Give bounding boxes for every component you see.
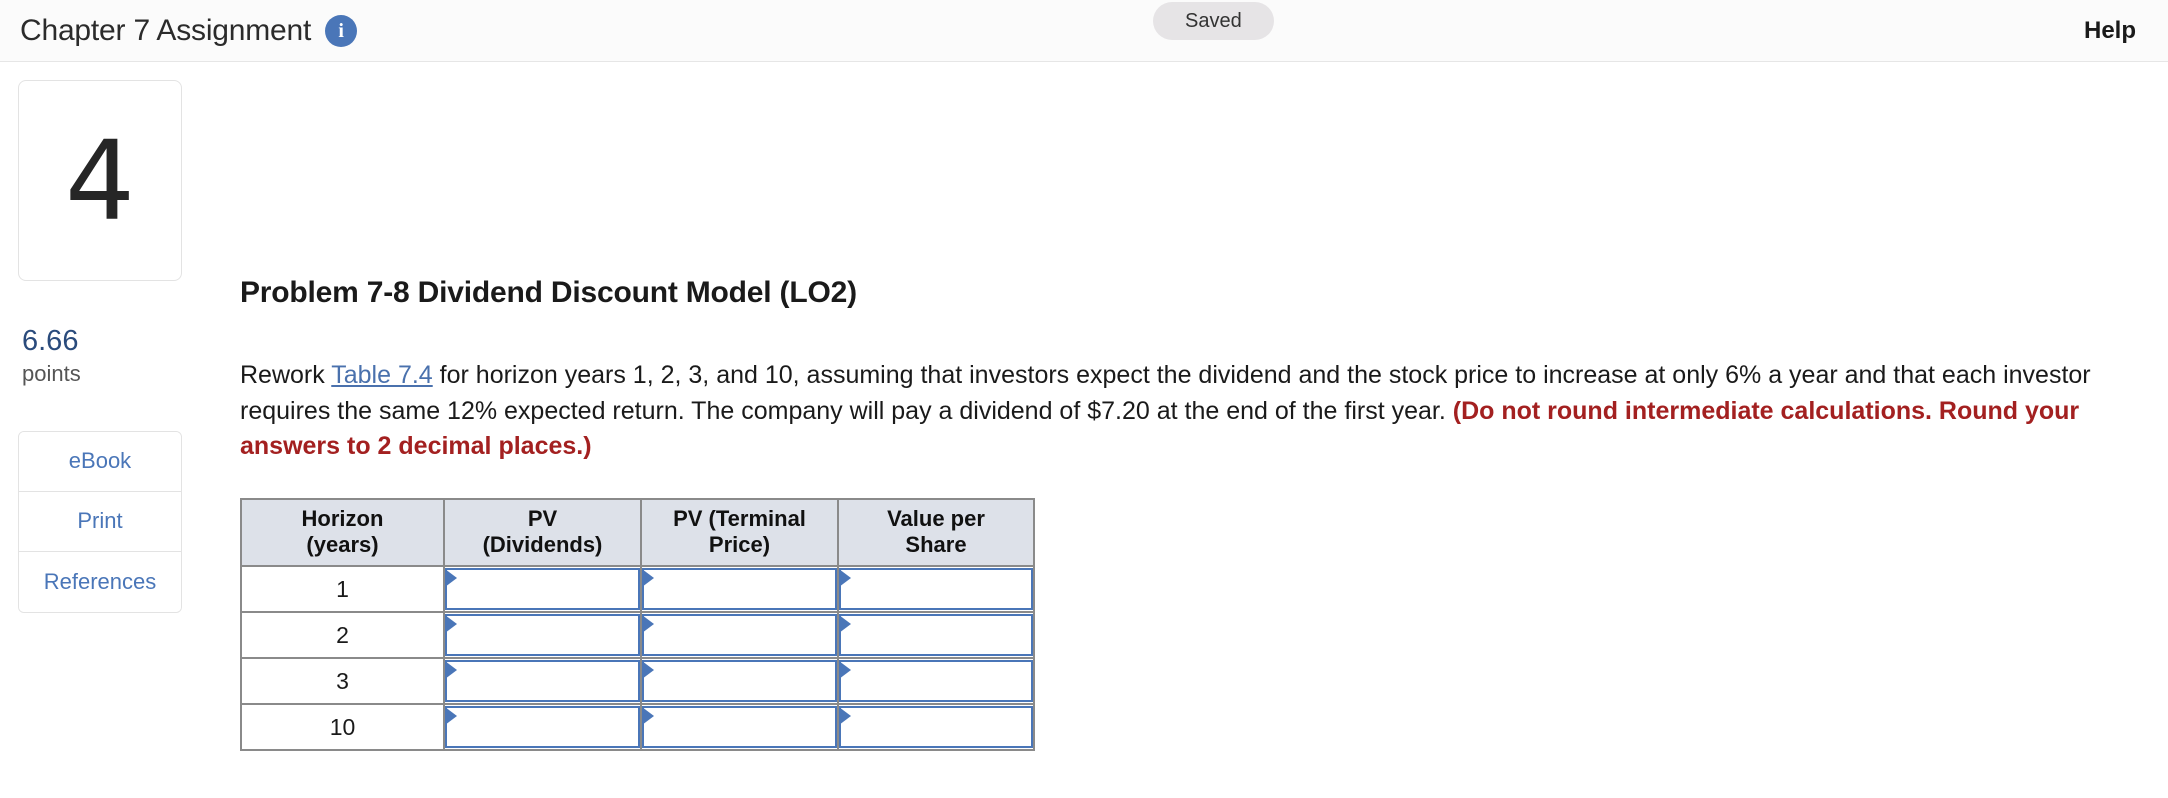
- header-line1: PV (Terminal: [673, 505, 806, 531]
- info-icon[interactable]: i: [325, 15, 358, 47]
- pv-dividends-cell[interactable]: [443, 565, 642, 614]
- flag-marker-icon: [839, 661, 851, 680]
- points-label: points: [22, 361, 81, 387]
- value-per-share-cell[interactable]: [837, 611, 1035, 660]
- pv-dividends-cell[interactable]: [443, 703, 642, 752]
- table-row: 3: [240, 657, 1035, 706]
- flag-marker-icon: [642, 661, 654, 680]
- horizon-year-cell: 3: [240, 657, 445, 706]
- horizon-year-cell: 2: [240, 611, 445, 660]
- pv-terminal-price-cell[interactable]: [640, 611, 839, 660]
- app-header: Chapter 7 Assignment i Saved Help: [0, 0, 2168, 62]
- pv-terminal-price-input[interactable]: [642, 568, 837, 611]
- header-line2: Price): [708, 532, 771, 558]
- pv-dividends-input[interactable]: [445, 660, 640, 703]
- flag-marker-icon: [445, 661, 457, 680]
- column-header-pv-terminal-price: PV (Terminal Price): [640, 497, 839, 568]
- value-per-share-input[interactable]: [839, 568, 1033, 611]
- table-row: 10: [240, 703, 1035, 752]
- status-badge-saved: Saved: [1153, 2, 1274, 40]
- answer-table-wrapper: Horizon (years) PV (Dividends) PV (Termi…: [240, 497, 1035, 752]
- pv-terminal-price-cell[interactable]: [640, 657, 839, 706]
- header-title-group: Chapter 7 Assignment i: [20, 0, 358, 62]
- column-header-horizon: Horizon (years): [240, 497, 445, 568]
- problem-title: Problem 7-8 Dividend Discount Model (LO2…: [240, 276, 857, 309]
- answer-table: Horizon (years) PV (Dividends) PV (Termi…: [240, 497, 1035, 752]
- header-line1: Value per: [887, 505, 985, 531]
- points-block: 6.66 points: [18, 325, 182, 389]
- question-number: 4: [65, 116, 135, 245]
- header-line2: (Dividends): [482, 532, 603, 558]
- table-7-4-link[interactable]: Table 7.4: [331, 361, 432, 389]
- answer-table-head: Horizon (years) PV (Dividends) PV (Termi…: [240, 497, 1035, 568]
- column-header-value-per-share: Value per Share: [837, 497, 1035, 568]
- header-line1: PV: [527, 505, 558, 531]
- horizon-year-cell: 10: [240, 703, 445, 752]
- pv-dividends-cell[interactable]: [443, 611, 642, 660]
- header-line2: (years): [306, 532, 379, 558]
- flag-marker-icon: [445, 569, 457, 588]
- column-header-pv-dividends: PV (Dividends): [443, 497, 642, 568]
- problem-text-part1: Rework: [240, 361, 332, 389]
- question-number-box: 4: [18, 80, 182, 281]
- pv-dividends-input[interactable]: [445, 568, 640, 611]
- ebook-button[interactable]: eBook: [19, 431, 181, 492]
- print-button[interactable]: Print: [19, 491, 181, 552]
- flag-marker-icon: [642, 707, 654, 726]
- value-per-share-input[interactable]: [839, 706, 1033, 749]
- answer-table-body: 1 2 3 10: [240, 565, 1035, 752]
- value-per-share-input[interactable]: [839, 660, 1033, 703]
- value-per-share-cell[interactable]: [837, 703, 1035, 752]
- references-button[interactable]: References: [19, 551, 181, 612]
- pv-dividends-input[interactable]: [445, 706, 640, 749]
- question-content: Problem 7-8 Dividend Discount Model (LO2…: [240, 62, 2140, 752]
- pv-terminal-price-cell[interactable]: [640, 703, 839, 752]
- value-per-share-cell[interactable]: [837, 657, 1035, 706]
- table-header-row: Horizon (years) PV (Dividends) PV (Termi…: [240, 497, 1035, 568]
- flag-marker-icon: [839, 707, 851, 726]
- header-line1: Horizon: [301, 505, 384, 531]
- value-per-share-input[interactable]: [839, 614, 1033, 657]
- pv-terminal-price-input[interactable]: [642, 660, 837, 703]
- help-link[interactable]: Help: [2084, 0, 2136, 62]
- problem-statement: Rework Table 7.4 for horizon years 1, 2,…: [240, 358, 2095, 465]
- pv-terminal-price-input[interactable]: [642, 706, 837, 749]
- resource-tool-group: eBook Print References: [18, 430, 182, 613]
- pv-terminal-price-cell[interactable]: [640, 565, 839, 614]
- page-body: 4 6.66 points eBook Print References Pro…: [0, 62, 2168, 798]
- flag-marker-icon: [445, 707, 457, 726]
- flag-marker-icon: [642, 569, 654, 588]
- flag-marker-icon: [445, 615, 457, 634]
- flag-marker-icon: [642, 615, 654, 634]
- table-row: 1: [240, 565, 1035, 614]
- value-per-share-cell[interactable]: [837, 565, 1035, 614]
- pv-terminal-price-input[interactable]: [642, 614, 837, 657]
- points-value: 6.66: [22, 325, 79, 357]
- header-line2: Share: [905, 532, 967, 558]
- pv-dividends-cell[interactable]: [443, 657, 642, 706]
- page-title: Chapter 7 Assignment: [20, 14, 312, 47]
- question-rail: 4 6.66 points eBook Print References: [18, 80, 182, 613]
- flag-marker-icon: [839, 615, 851, 634]
- pv-dividends-input[interactable]: [445, 614, 640, 657]
- table-row: 2: [240, 611, 1035, 660]
- flag-marker-icon: [839, 569, 851, 588]
- horizon-year-cell: 1: [240, 565, 445, 614]
